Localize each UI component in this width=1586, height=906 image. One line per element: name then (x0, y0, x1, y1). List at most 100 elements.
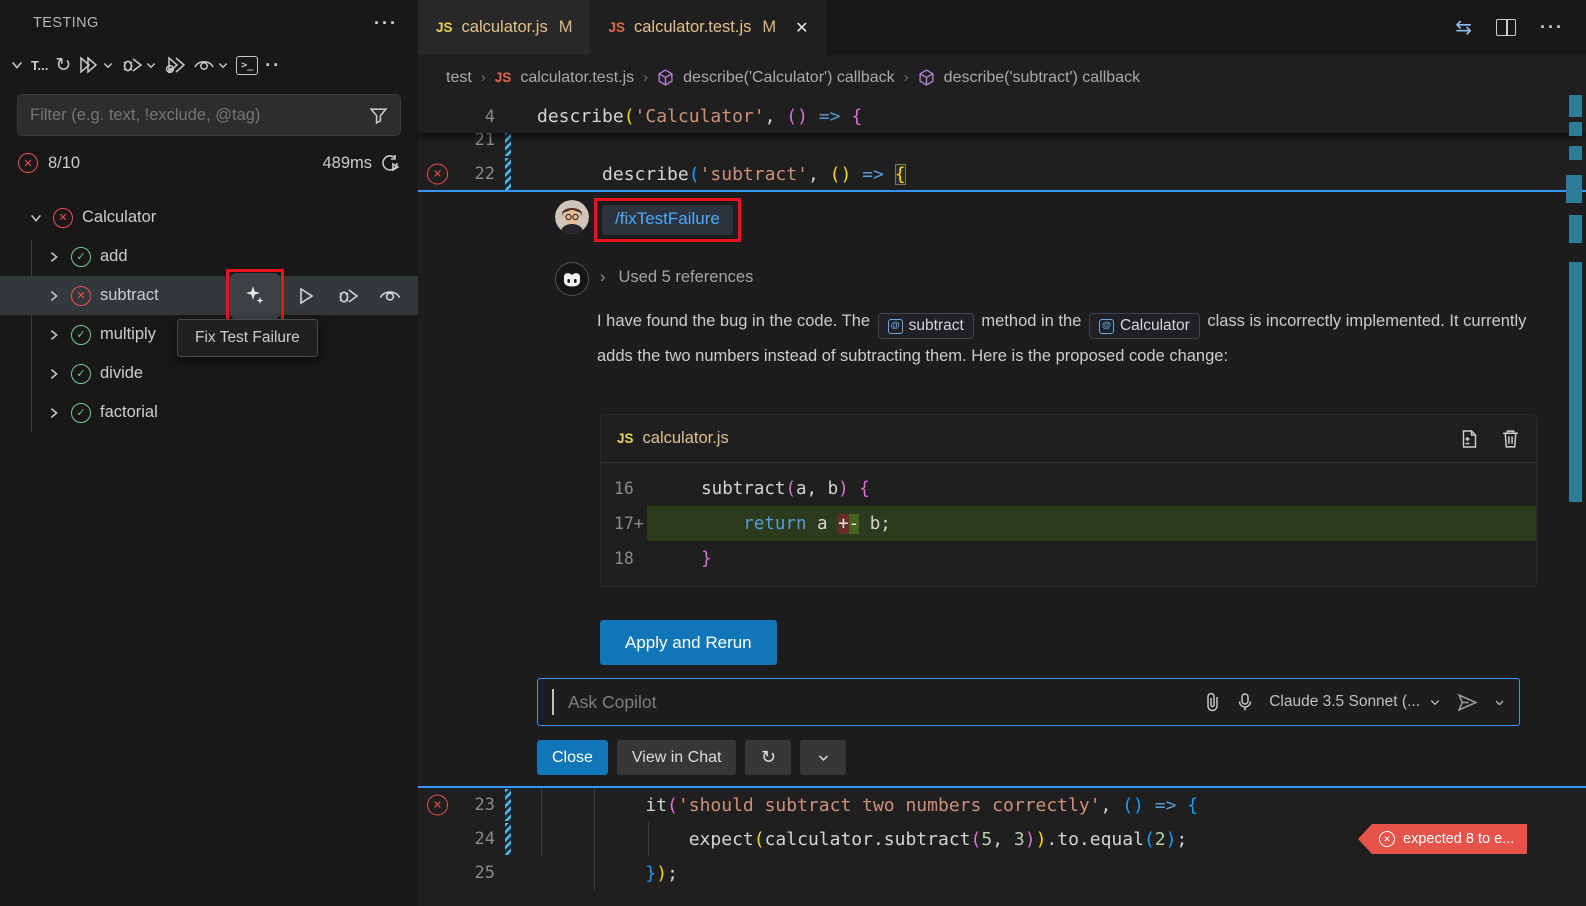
apply-in-editor-icon[interactable] (1458, 428, 1479, 450)
tree-item-subtract[interactable]: ✕ subtract (0, 276, 418, 315)
line-number: 21 (475, 130, 495, 150)
code-line: return a +- b; (647, 506, 1536, 541)
line-number: 24 (475, 829, 495, 849)
code-line[interactable]: }); (537, 863, 678, 884)
refresh-tests-icon[interactable]: ↻ (55, 56, 71, 75)
filter-funnel-icon[interactable] (369, 106, 388, 125)
tree-item-factorial[interactable]: ✓ factorial (0, 393, 418, 432)
modified-badge: M (762, 18, 776, 37)
section-label: T... (31, 58, 48, 73)
chevron-expanded-icon[interactable] (28, 210, 44, 226)
tab-calculator-js[interactable]: JS calculator.js M (418, 0, 590, 55)
test-fail-gutter-icon[interactable]: ✕ (427, 164, 448, 185)
test-fail-gutter-icon[interactable]: ✕ (427, 795, 448, 816)
show-output-terminal-icon[interactable]: >_ (236, 56, 258, 75)
more-options-chevron-button[interactable] (800, 740, 846, 775)
editor-bottom-lines: ✕ 23 it('should subtract two numbers cor… (418, 788, 1586, 890)
tab-calculator-test-js[interactable]: JS calculator.test.js M ✕ (590, 0, 826, 55)
open-changes-icon[interactable]: ⇆ (1455, 15, 1472, 40)
trash-icon[interactable] (1501, 428, 1520, 449)
run-with-coverage-icon[interactable] (164, 56, 186, 74)
fix-test-failure-button[interactable] (230, 273, 280, 319)
editor-line-22[interactable]: ✕ 22 describe('subtract', () => { (418, 157, 1586, 190)
run-test-icon[interactable] (290, 280, 322, 312)
symbol-chip[interactable]: @Calculator (1089, 313, 1200, 339)
breadcrumb-symbol[interactable]: describe('subtract') callback (944, 69, 1140, 87)
codeblock-filename[interactable]: calculator.js (643, 429, 729, 448)
test-pass-icon: ✓ (71, 325, 91, 345)
debug-all-chevron-icon[interactable] (145, 59, 157, 71)
test-filter-input[interactable] (30, 106, 361, 125)
line-number: 16 (601, 479, 647, 498)
run-all-tests-icon[interactable] (78, 56, 100, 74)
javascript-file-icon: JS (495, 70, 512, 85)
editor-line-24[interactable]: 24 expect(calculator.subtract(5, 3)).to.… (418, 822, 1586, 856)
editor-line-23[interactable]: ✕ 23 it('should subtract two numbers cor… (418, 788, 1586, 822)
chevron-collapsed-icon[interactable] (46, 405, 62, 421)
section-chevron-icon[interactable] (10, 58, 24, 72)
test-error-message-pill[interactable]: ✕ expected 8 to e... (1358, 824, 1527, 854)
references-label: Used 5 references (619, 268, 754, 287)
text-cursor (552, 689, 554, 715)
slash-command-chip[interactable]: /fixTestFailure (602, 205, 733, 235)
sticky-scroll-line-4[interactable]: 4 describe('Calculator', () => { (418, 100, 1586, 133)
symbol-chip[interactable]: @subtract (878, 313, 974, 339)
line-number: 18 (601, 549, 647, 568)
line-number: 25 (475, 863, 495, 883)
chevron-collapsed-icon[interactable] (46, 249, 62, 265)
split-editor-icon[interactable] (1496, 19, 1516, 36)
send-options-chevron-icon[interactable] (1494, 697, 1505, 708)
symbol-chip-label: subtract (909, 314, 964, 338)
watch-chevron-icon[interactable] (217, 59, 229, 71)
send-icon[interactable] (1457, 693, 1478, 712)
pass-ratio: 8/10 (48, 154, 80, 173)
debug-all-tests-icon[interactable] (121, 56, 143, 74)
tab-bar: JS calculator.js M JS calculator.test.js… (418, 0, 1586, 55)
editor-more-actions-icon[interactable]: ··· (1540, 17, 1564, 38)
editor-line-25[interactable]: 25 }); (418, 856, 1586, 890)
tree-item-add[interactable]: ✓ add (0, 237, 418, 276)
regenerate-button[interactable]: ↻ (745, 740, 791, 775)
close-tab-icon[interactable]: ✕ (795, 18, 808, 38)
chevron-collapsed-icon[interactable] (46, 327, 62, 343)
run-all-chevron-icon[interactable] (102, 59, 114, 71)
sidebar-header: TESTING ··· (0, 0, 418, 46)
breadcrumb-folder[interactable]: test (446, 69, 472, 87)
copilot-icon (561, 271, 583, 288)
references-toggle[interactable]: › Used 5 references (600, 268, 753, 287)
debug-test-icon[interactable] (332, 280, 364, 312)
javascript-test-file-icon: JS (608, 20, 625, 35)
code-line: } (647, 541, 1536, 576)
model-picker[interactable]: Claude 3.5 Sonnet (... (1269, 693, 1441, 711)
code-line[interactable]: describe('subtract', () => { (537, 164, 906, 185)
test-filter-box[interactable] (17, 94, 401, 136)
watch-test-eye-icon[interactable] (374, 280, 406, 312)
copilot-input-box[interactable]: Claude 3.5 Sonnet (... (537, 678, 1520, 726)
tree-item-divide[interactable]: ✓ divide (0, 354, 418, 393)
panel-more-icon[interactable]: ··· (374, 13, 398, 34)
ask-copilot-input[interactable] (568, 692, 1190, 713)
test-pass-icon: ✓ (71, 403, 91, 423)
error-circle-x-icon: ✕ (1379, 831, 1395, 847)
apply-and-rerun-button[interactable]: Apply and Rerun (600, 620, 777, 665)
symbol-method-icon: @ (1099, 319, 1114, 334)
sparkle-icon (243, 284, 267, 308)
close-button[interactable]: Close (537, 740, 608, 775)
code-line[interactable]: expect(calculator.subtract(5, 3)).to.equ… (537, 829, 1187, 850)
chevron-collapsed-icon[interactable] (46, 288, 62, 304)
breadcrumb-symbol[interactable]: describe('Calculator') callback (683, 69, 895, 87)
microphone-icon[interactable] (1237, 692, 1253, 713)
breadcrumb-file[interactable]: calculator.test.js (520, 69, 634, 87)
code-line[interactable]: describe('Calculator', () => { (537, 106, 862, 127)
symbol-cube-icon (918, 69, 935, 86)
rerun-last-icon[interactable] (380, 153, 400, 173)
view-in-chat-button[interactable]: View in Chat (617, 740, 737, 775)
diff-line-17-added: 17+ return a +- b; (601, 506, 1536, 541)
toolbar-more-icon[interactable]: ·· (265, 55, 281, 76)
chevron-collapsed-icon[interactable] (46, 366, 62, 382)
attach-context-paperclip-icon[interactable] (1204, 692, 1221, 712)
chevron-right-icon[interactable]: › (600, 268, 606, 287)
watch-tests-eye-icon[interactable] (193, 57, 215, 73)
code-line[interactable]: it('should subtract two numbers correctl… (537, 795, 1198, 816)
tree-item-calculator[interactable]: ✕ Calculator (0, 198, 418, 237)
